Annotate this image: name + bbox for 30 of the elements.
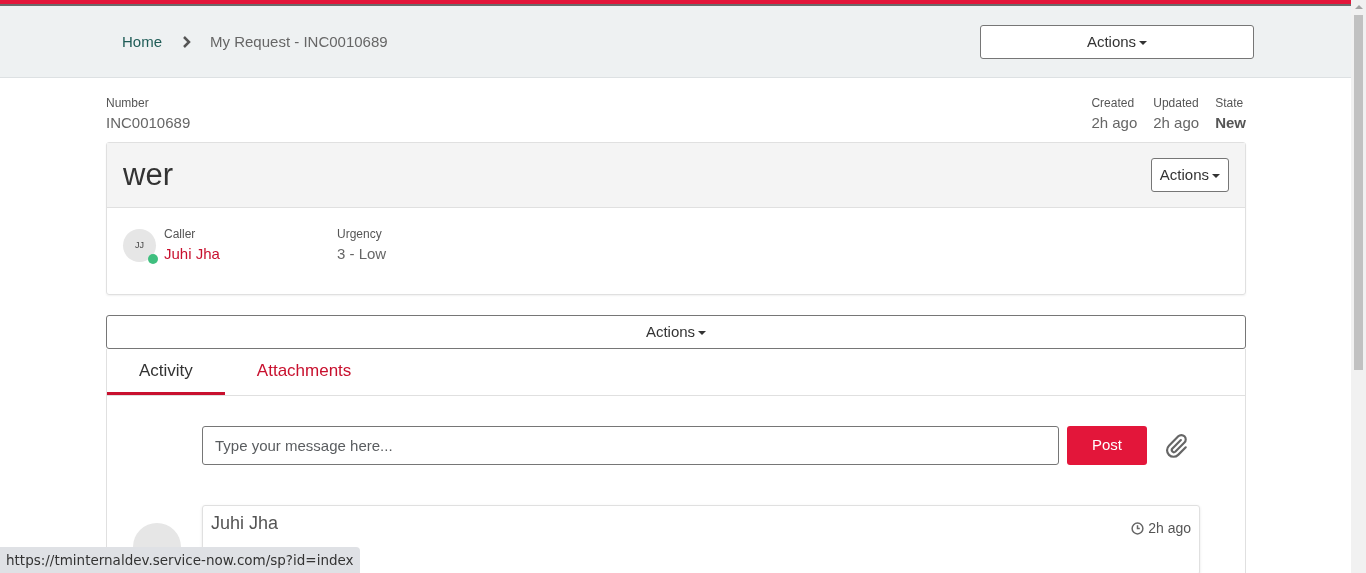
meta-value: 2h ago <box>1091 113 1138 133</box>
breadcrumb-link[interactable]: Home <box>122 30 162 54</box>
actions-dropdown[interactable]: Actions <box>106 315 1246 349</box>
field-value: 3 - Low <box>337 244 387 264</box>
caller-link[interactable]: Juhi Jha <box>164 245 220 262</box>
meta-label: Created <box>1091 95 1136 112</box>
paperclip-icon[interactable] <box>1163 432 1189 459</box>
ticket-title: wer <box>123 155 173 194</box>
clock-icon <box>1131 522 1145 535</box>
tab[interactable]: Activity <box>107 349 225 395</box>
post-button[interactable]: Post <box>1067 426 1147 465</box>
meta-label: Updated <box>1153 95 1200 112</box>
comment-time: 2h ago <box>1148 519 1191 538</box>
actions-dropdown[interactable]: Actions <box>980 25 1254 59</box>
number-value: INC0010689 <box>106 113 191 133</box>
actions-dropdown[interactable]: Actions <box>1150 158 1229 192</box>
avatar: JJ <box>123 229 156 262</box>
message-field[interactable]: Type your message here... <box>202 426 1059 465</box>
scroll-up-icon[interactable] <box>1354 4 1363 10</box>
status-url: https://tminternaldev.service-now.com/sp?id=index <box>0 546 360 573</box>
breadcrumb-current: My Request - INC0010689 <box>210 31 388 52</box>
meta-label: State <box>1215 95 1245 112</box>
meta-value: New <box>1215 113 1246 133</box>
chevron-icon <box>182 36 192 48</box>
tab[interactable]: Attachments <box>224 349 384 395</box>
number-label: Number <box>106 95 150 112</box>
meta-value: 2h ago <box>1153 113 1200 133</box>
field-label: Caller <box>164 226 197 243</box>
scrollbar[interactable] <box>1351 0 1366 573</box>
field-label: Urgency <box>337 226 383 243</box>
